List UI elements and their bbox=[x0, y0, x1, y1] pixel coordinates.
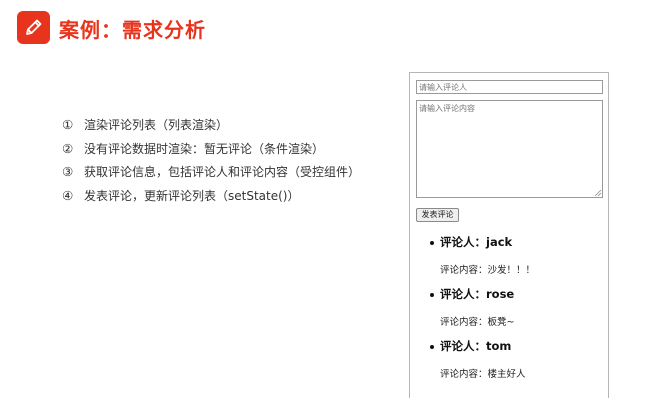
requirement-item: ① 渲染评论列表（列表渲染） bbox=[62, 113, 392, 137]
requirement-item: ② 没有评论数据时渲染：暂无评论（条件渲染） bbox=[62, 137, 392, 161]
list-item: 评论人：tom 评论内容：楼主好人 bbox=[410, 337, 610, 389]
bullet-icon bbox=[430, 345, 434, 349]
requirement-number: ④ bbox=[62, 187, 74, 203]
comment-demo-panel: 发表评论 评论人：jack 评论内容：沙发！！！ 评论人：rose 评论内容：板… bbox=[409, 72, 609, 398]
requirements-list: ① 渲染评论列表（列表渲染） ② 没有评论数据时渲染：暂无评论（条件渲染） ③ … bbox=[62, 113, 392, 207]
page-title: 案例：需求分析 bbox=[59, 18, 206, 42]
resize-grip-icon[interactable] bbox=[594, 189, 602, 197]
list-item: 评论人：jack 评论内容：沙发！！！ bbox=[410, 233, 610, 285]
requirement-text: 没有评论数据时渲染：暂无评论（条件渲染） bbox=[84, 141, 325, 156]
requirement-item: ③ 获取评论信息，包括评论人和评论内容（受控组件） bbox=[62, 160, 392, 184]
commenter-name-input[interactable] bbox=[416, 80, 603, 94]
requirement-text: 渲染评论列表（列表渲染） bbox=[84, 118, 229, 133]
requirement-text: 获取评论信息，包括评论人和评论内容（受控组件） bbox=[84, 165, 361, 180]
bullet-icon bbox=[430, 293, 434, 297]
requirement-number: ① bbox=[62, 117, 74, 133]
pencil-icon bbox=[17, 11, 50, 44]
comment-list: 评论人：jack 评论内容：沙发！！！ 评论人：rose 评论内容：板凳~ 评论… bbox=[410, 233, 610, 389]
submit-comment-button[interactable]: 发表评论 bbox=[416, 208, 459, 222]
comment-author: 评论人：tom bbox=[440, 339, 512, 353]
comment-content: 评论内容：沙发！！！ bbox=[440, 265, 536, 276]
requirement-number: ② bbox=[62, 140, 74, 156]
requirement-number: ③ bbox=[62, 164, 74, 180]
comment-author: 评论人：rose bbox=[440, 287, 515, 301]
comment-content: 评论内容：板凳~ bbox=[440, 317, 515, 328]
requirement-item: ④ 发表评论，更新评论列表（setState()） bbox=[62, 184, 392, 208]
requirement-text: 发表评论，更新评论列表（setState()） bbox=[84, 188, 300, 203]
comment-content: 评论内容：楼主好人 bbox=[440, 369, 526, 380]
list-item: 评论人：rose 评论内容：板凳~ bbox=[410, 285, 610, 337]
comment-author: 评论人：jack bbox=[440, 235, 513, 249]
bullet-icon bbox=[430, 241, 434, 245]
comment-content-textarea[interactable] bbox=[416, 100, 603, 198]
